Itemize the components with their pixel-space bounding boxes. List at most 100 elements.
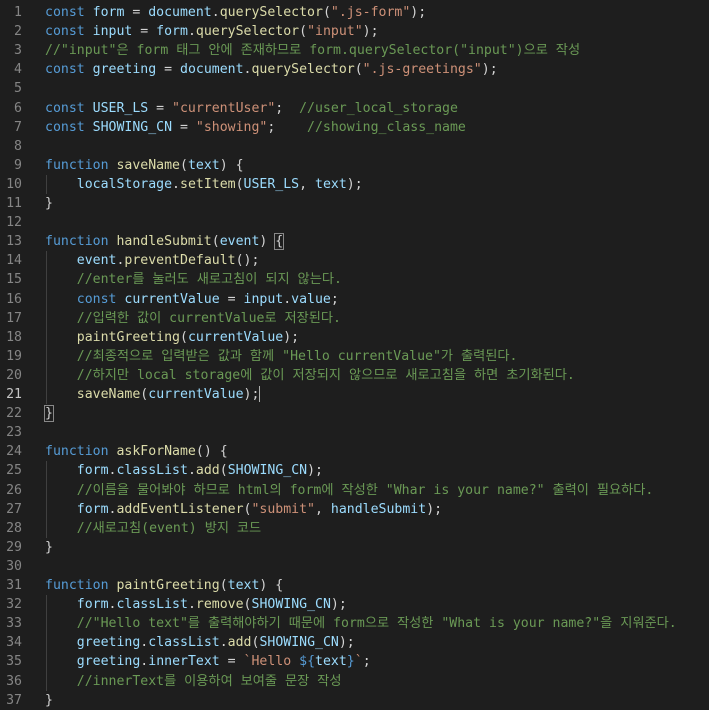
- code-token: ;: [362, 654, 371, 670]
- code-line[interactable]: 19 //최종적으로 입력받은 값과 함께 "Hello currentValu…: [0, 347, 709, 366]
- code-token: function: [45, 444, 117, 460]
- code-token: (: [180, 157, 188, 173]
- code-token: (: [211, 234, 220, 250]
- code-token: event: [76, 253, 117, 269]
- code-line[interactable]: 9 function saveName(text) {: [0, 156, 709, 175]
- code-text: }: [45, 538, 53, 557]
- code-token: .: [187, 597, 196, 613]
- line-number: 10: [6, 176, 22, 192]
- code-line[interactable]: 15 //enter를 눌러도 새로고침이 되지 않는다.: [0, 270, 709, 289]
- code-token: .: [283, 291, 292, 307]
- code-line[interactable]: 3 //"input"은 form 태그 안에 존재하므로 form.queryS…: [0, 41, 709, 60]
- code-token: ,: [299, 176, 315, 192]
- code-line[interactable]: 14 event.preventDefault();: [0, 251, 709, 270]
- code-token: .: [187, 463, 196, 479]
- code-line[interactable]: 35 greeting.innerText = `Hello ${text}`;: [0, 652, 709, 671]
- line-number: 36: [6, 673, 22, 689]
- code-line[interactable]: 36 //innerText를 이용하여 보여줄 문장 작성: [0, 672, 709, 691]
- code-line[interactable]: 1 const form = document.querySelector(".j…: [0, 3, 709, 22]
- code-text: const form = document.querySelector(".js…: [45, 3, 426, 22]
- code-token: =: [156, 62, 180, 78]
- line-number: 8: [14, 138, 22, 154]
- code-line[interactable]: 24 function askForName() {: [0, 442, 709, 461]
- code-token: );: [346, 176, 363, 192]
- code-text: function saveName(text) {: [45, 156, 244, 175]
- code-line[interactable]: 30: [0, 557, 709, 576]
- code-line[interactable]: 17 //입력한 값이 currentValue로 저장된다.: [0, 309, 709, 328]
- code-text: }: [45, 691, 53, 710]
- code-line[interactable]: 26 //이름을 물어봐야 하므로 html의 form에 작성한 "Whar …: [0, 481, 709, 500]
- code-editor[interactable]: 1 const form = document.querySelector(".j…: [0, 0, 709, 710]
- code-line[interactable]: 5: [0, 79, 709, 98]
- code-token: const: [45, 62, 93, 78]
- code-line[interactable]: 34 greeting.classList.add(SHOWING_CN);: [0, 633, 709, 652]
- code-line[interactable]: 23: [0, 423, 709, 442]
- code-line[interactable]: 4 const greeting = document.querySelector…: [0, 60, 709, 79]
- code-token: addEventListener: [116, 501, 244, 517]
- code-line[interactable]: 31 function paintGreeting(text) {: [0, 576, 709, 595]
- code-line[interactable]: 16 const currentValue = input.value;: [0, 290, 709, 309]
- code-token: (: [219, 463, 228, 479]
- code-token: preventDefault: [124, 253, 236, 269]
- code-text: form.addEventListener("submit", handleSu…: [45, 500, 442, 519]
- code-token: );: [330, 597, 347, 613]
- code-line[interactable]: 28 //새로고침(event) 방지 코드: [0, 519, 709, 538]
- code-token: handleSubmit: [330, 501, 427, 517]
- line-number: 19: [6, 348, 22, 364]
- code-token: //"Hello text"를 출력해야하기 때문에 form으로 작성한 "W…: [76, 616, 677, 632]
- code-token: form: [76, 501, 109, 517]
- code-token: ): [259, 234, 276, 250]
- code-token: =: [219, 654, 244, 670]
- code-line[interactable]: 37}: [0, 691, 709, 710]
- code-token: .: [219, 635, 228, 651]
- code-token: ".js-greetings": [362, 62, 482, 78]
- code-line[interactable]: 11}: [0, 194, 709, 213]
- code-text: const currentValue = input.value;: [45, 290, 339, 309]
- code-token: "currentUser": [172, 100, 276, 116]
- code-token: ;: [330, 291, 339, 307]
- code-text: }: [45, 194, 53, 213]
- code-line[interactable]: 13 function handleSubmit(event) {: [0, 232, 709, 251]
- code-token: classList: [116, 597, 188, 613]
- code-token: (: [322, 5, 331, 20]
- code-token: paintGreeting: [76, 329, 180, 345]
- code-token: ;: [275, 100, 300, 116]
- code-token: askForName: [116, 444, 196, 460]
- code-line[interactable]: 18 paintGreeting(currentValue);: [0, 328, 709, 347]
- code-token: //"input"은 form 태그 안에 존재하므로 form.querySe…: [45, 43, 581, 59]
- code-token: );: [362, 24, 379, 40]
- code-line[interactable]: 25 form.classList.add(SHOWING_CN);: [0, 461, 709, 480]
- code-line[interactable]: 6 const USER_LS = "currentUser"; //user_l…: [0, 99, 709, 118]
- code-token: text: [315, 176, 347, 192]
- line-number: 3: [14, 43, 22, 59]
- code-text: //새로고침(event) 방지 코드: [45, 519, 261, 538]
- code-token: );: [410, 5, 427, 20]
- code-line[interactable]: 21 saveName(currentValue);: [0, 385, 709, 404]
- code-text: const SHOWING_CN = "showing"; //showing_…: [45, 118, 466, 137]
- code-text: //하지만 local storage에 값이 저장되지 않으므로 새로고침을 …: [45, 366, 575, 385]
- code-line[interactable]: 8: [0, 137, 709, 156]
- code-line[interactable]: 29}: [0, 538, 709, 557]
- code-token: //이름을 물어봐야 하므로 html의 form에 작성한 "Whar is …: [76, 482, 654, 498]
- code-line[interactable]: 20 //하지만 local storage에 값이 저장되지 않으므로 새로고…: [0, 366, 709, 385]
- line-number: 31: [6, 578, 22, 593]
- code-line[interactable]: 10 localStorage.setItem(USER_LS, text);: [0, 175, 709, 194]
- code-line[interactable]: 33 //"Hello text"를 출력해야하기 때문에 form으로 작성한…: [0, 614, 709, 633]
- line-number: 4: [14, 62, 22, 78]
- code-token: const: [45, 100, 93, 116]
- code-token: =: [219, 291, 244, 307]
- code-line[interactable]: 7 const SHOWING_CN = "showing"; //showing…: [0, 118, 709, 137]
- line-number: 17: [6, 310, 22, 326]
- code-line[interactable]: 2 const input = form.querySelector("input…: [0, 22, 709, 41]
- code-line[interactable]: 32 form.classList.remove(SHOWING_CN);: [0, 595, 709, 614]
- code-token: ,: [315, 501, 331, 517]
- code-line[interactable]: 27 form.addEventListener("submit", handl…: [0, 500, 709, 519]
- code-line[interactable]: 22}: [0, 404, 709, 423]
- code-token: );: [307, 463, 323, 479]
- code-line[interactable]: 12: [0, 213, 709, 232]
